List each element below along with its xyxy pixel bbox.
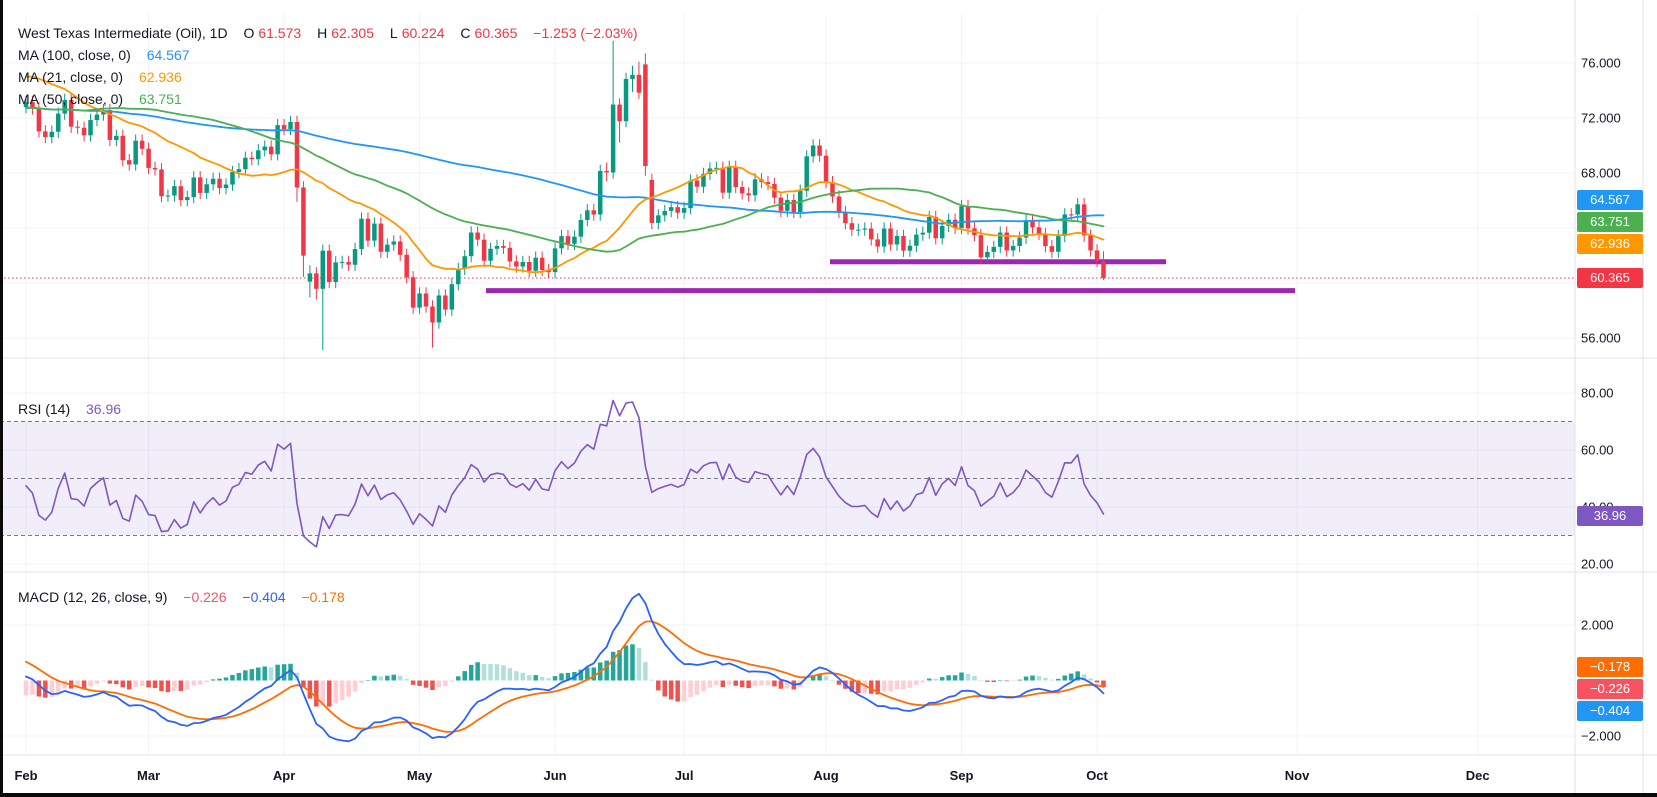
change-value: −1.253 (−2.03%) — [533, 25, 637, 41]
trading-chart-window: West Texas Intermediate (Oil), 1D O61.57… — [0, 0, 1657, 797]
month-label-dec: Dec — [1466, 768, 1490, 783]
rsi-label: RSI (14) — [18, 401, 70, 417]
ma50-label: MA (50, close, 0) — [18, 91, 123, 107]
window-bottom-border — [0, 793, 1657, 797]
ma100-value: 64.567 — [147, 47, 190, 63]
month-label-apr: Apr — [273, 768, 295, 783]
month-label-feb: Feb — [14, 768, 37, 783]
price-badge: 62.936 — [1577, 234, 1643, 254]
macd-hist-value: −0.226 — [183, 589, 226, 605]
price-badge: 63.751 — [1577, 212, 1643, 232]
ma100-legend-row[interactable]: MA (100, close, 0) 64.567 — [18, 44, 642, 66]
rsi-value: 36.96 — [86, 401, 121, 417]
ma100-label: MA (100, close, 0) — [18, 47, 131, 63]
month-label-mar: Mar — [137, 768, 160, 783]
price-badge: −0.226 — [1577, 679, 1643, 699]
macd-axis-label: −2.000 — [1581, 729, 1621, 744]
open-value: 61.573 — [258, 25, 301, 41]
symbol-title: West Texas Intermediate (Oil), 1D — [18, 25, 228, 41]
close-value: 60.365 — [475, 25, 518, 41]
price-axis-label: 56.000 — [1581, 331, 1621, 346]
low-value: 60.224 — [402, 25, 445, 41]
price-axis-label: 72.000 — [1581, 111, 1621, 126]
month-label-sep: Sep — [950, 768, 974, 783]
ma21-legend-row[interactable]: MA (21, close, 0) 62.936 — [18, 66, 642, 88]
high-value: 62.305 — [331, 25, 374, 41]
month-label-oct: Oct — [1086, 768, 1108, 783]
rsi-axis-label: 80.00 — [1581, 386, 1614, 401]
window-left-border — [0, 0, 3, 797]
macd-signal-value: −0.178 — [302, 589, 345, 605]
month-label-jul: Jul — [675, 768, 694, 783]
rsi-legend[interactable]: RSI (14) 36.96 — [18, 398, 125, 420]
chart-canvas[interactable] — [0, 0, 1657, 797]
month-label-nov: Nov — [1285, 768, 1310, 783]
ma50-legend-row[interactable]: MA (50, close, 0) 63.751 — [18, 88, 642, 110]
low-letter: L — [390, 25, 398, 41]
high-letter: H — [317, 25, 327, 41]
price-badge: 36.96 — [1577, 506, 1643, 526]
price-axis-label: 68.000 — [1581, 166, 1621, 181]
symbol-legend-row[interactable]: West Texas Intermediate (Oil), 1D O61.57… — [18, 22, 642, 44]
price-axis-label: 76.000 — [1581, 56, 1621, 71]
month-label-aug: Aug — [813, 768, 838, 783]
ma21-label: MA (21, close, 0) — [18, 69, 123, 85]
ma50-value: 63.751 — [139, 91, 182, 107]
price-badge: 64.567 — [1577, 190, 1643, 210]
close-letter: C — [460, 25, 470, 41]
price-badge: 60.365 — [1577, 268, 1643, 288]
price-badge: −0.404 — [1577, 701, 1643, 721]
macd-label: MACD (12, 26, close, 9) — [18, 589, 167, 605]
month-label-may: May — [407, 768, 432, 783]
rsi-axis-label: 60.00 — [1581, 443, 1614, 458]
main-legend[interactable]: West Texas Intermediate (Oil), 1D O61.57… — [18, 22, 642, 110]
ma21-value: 62.936 — [139, 69, 182, 85]
open-letter: O — [243, 25, 254, 41]
macd-axis-label: 2.000 — [1581, 618, 1614, 633]
macd-line-value: −0.404 — [242, 589, 285, 605]
macd-legend[interactable]: MACD (12, 26, close, 9) −0.226 −0.404 −0… — [18, 586, 349, 608]
month-label-jun: Jun — [544, 768, 567, 783]
rsi-axis-label: 20.00 — [1581, 557, 1614, 572]
price-badge: −0.178 — [1577, 657, 1643, 677]
